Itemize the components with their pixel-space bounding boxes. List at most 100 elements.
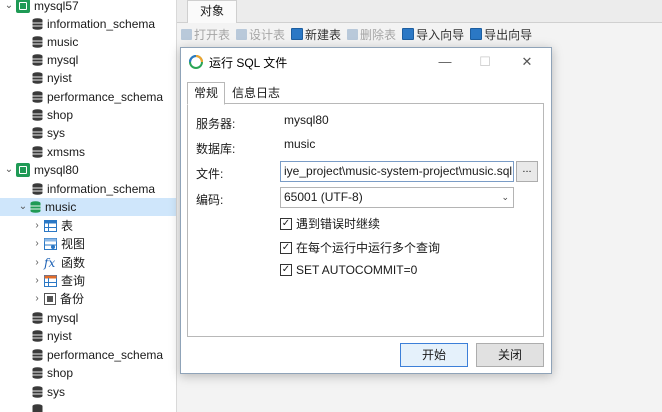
database-icon (32, 72, 43, 84)
tree-item-functions[interactable]: › fx 函数 (32, 254, 85, 272)
expand-arrow-icon[interactable]: ⌄ (4, 161, 14, 179)
tree-item-label: information_schema (47, 17, 156, 31)
import-wizard-label: 导入向导 (416, 27, 465, 42)
multiple-queries-label: 在每个运行中运行多个查询 (296, 241, 441, 255)
file-path-input[interactable]: iye_project\music-system-project\music.s… (280, 161, 514, 182)
tree-item-label: information_schema (47, 182, 156, 196)
autocommit-checkbox[interactable]: ✓ SET AUTOCOMMIT=0 (280, 263, 417, 277)
tree-item-label: mysql (47, 53, 79, 67)
tree-item-views[interactable]: › 视图 (32, 235, 85, 253)
autocommit-label: SET AUTOCOMMIT=0 (296, 263, 418, 277)
database-icon (32, 367, 43, 379)
tree-item-database[interactable]: sys (32, 383, 65, 401)
continue-on-error-checkbox[interactable]: ✓ 遇到错误时继续 (280, 215, 380, 232)
server-label: 服务器: (196, 117, 236, 131)
expand-arrow-icon[interactable]: › (32, 217, 42, 235)
tree-item-label: mysql57 (34, 0, 79, 13)
tree-item-database[interactable]: xmsms (32, 143, 85, 161)
tree-item-label: mysql (47, 311, 79, 325)
tree-item-database[interactable]: nyist (32, 69, 72, 87)
start-button[interactable]: 开始 (400, 343, 468, 367)
expand-arrow-icon[interactable]: › (32, 235, 42, 253)
tree-item-label: music (47, 35, 79, 49)
database-icon (32, 146, 43, 158)
export-wizard-button[interactable]: 导出向导 (470, 26, 532, 43)
continue-on-error-label: 遇到错误时继续 (296, 217, 381, 231)
encoding-select[interactable]: 65001 (UTF-8) ⌄ (280, 187, 514, 208)
expand-arrow-icon[interactable]: ⌄ (18, 198, 28, 216)
tree-item-label: shop (47, 108, 74, 122)
encoding-value: 65001 (UTF-8) (284, 190, 363, 204)
tree-item-database[interactable]: sys (32, 124, 65, 142)
tree-item-database[interactable]: information_schema (32, 15, 155, 33)
view-icon (44, 238, 57, 250)
run-sql-file-dialog: 运行 SQL 文件 — ☐ ✕ 常规 信息日志 服务器: mysql80 数据库… (180, 47, 552, 374)
expand-arrow-icon[interactable]: › (32, 254, 42, 272)
tree-item-database[interactable]: information_schema (32, 180, 155, 198)
new-table-label: 新建表 (305, 27, 342, 42)
tab-objects[interactable]: 对象 (187, 0, 238, 23)
tree-item-label: nyist (47, 329, 72, 343)
open-table-label: 打开表 (194, 27, 231, 42)
close-icon[interactable]: ✕ (507, 48, 547, 76)
tree-item-mysql57[interactable]: ⌄ mysql57 (4, 0, 79, 15)
function-icon: fx (44, 256, 56, 270)
tree-item-database[interactable]: performance_schema (32, 88, 163, 106)
tree-item-label: 表 (61, 219, 74, 233)
design-table-button[interactable]: 设计表 (236, 26, 285, 43)
tree-item-label: 查询 (61, 274, 86, 288)
new-table-button[interactable]: 新建表 (291, 26, 341, 43)
tree-item-label: 视图 (61, 237, 86, 251)
tree-item-label: nyist (47, 71, 72, 85)
delete-table-button[interactable]: 删除表 (347, 26, 396, 43)
query-icon (44, 275, 57, 287)
database-icon (32, 36, 43, 48)
tree-item-music-selected[interactable]: ⌄ music (0, 198, 176, 216)
dialog-tabs: 常规 信息日志 (187, 82, 287, 105)
tree-item-label: 备份 (60, 292, 85, 306)
tab-general[interactable]: 常规 (187, 82, 226, 105)
multiple-queries-checkbox[interactable]: ✓ 在每个运行中运行多个查询 (280, 239, 440, 256)
design-table-icon (236, 28, 248, 40)
tree-item-partial (32, 401, 47, 412)
tree-item-database[interactable]: mysql (32, 309, 78, 327)
tree-item-mysql80[interactable]: ⌄ mysql80 (4, 161, 79, 179)
tree-item-database[interactable]: nyist (32, 327, 72, 345)
expand-arrow-icon[interactable]: ⌄ (4, 0, 14, 15)
tree-item-database[interactable]: shop (32, 364, 73, 382)
tree-item-database[interactable]: mysql (32, 51, 78, 69)
import-icon (402, 28, 415, 40)
tree-item-database[interactable]: shop (32, 106, 73, 124)
close-button[interactable]: 关闭 (476, 343, 544, 367)
delete-table-icon (347, 28, 359, 40)
checkbox-checked-icon: ✓ (280, 264, 292, 276)
connection-icon (16, 163, 30, 177)
navigation-tree: ⌄ mysql57 information_schema music mysql… (0, 0, 176, 412)
database-icon (32, 330, 43, 342)
database-icon (32, 183, 43, 195)
checkbox-checked-icon: ✓ (280, 217, 292, 230)
expand-arrow-icon[interactable]: › (32, 290, 42, 308)
import-wizard-button[interactable]: 导入向导 (402, 26, 464, 43)
minimize-icon[interactable]: — (425, 48, 465, 76)
tree-item-tables[interactable]: › 表 (32, 217, 73, 235)
maximize-icon: ☐ (479, 54, 491, 69)
database-icon (32, 349, 43, 361)
database-icon (32, 91, 43, 103)
tree-item-backups[interactable]: › 备份 (32, 290, 84, 308)
tree-item-label: performance_schema (47, 348, 164, 362)
browse-button[interactable]: ... (516, 161, 538, 182)
tab-message-log[interactable]: 信息日志 (225, 82, 287, 104)
dialog-titlebar[interactable]: 运行 SQL 文件 — ☐ ✕ (181, 48, 551, 76)
database-icon (32, 127, 43, 139)
tree-item-queries[interactable]: › 查询 (32, 272, 85, 290)
navicat-app-icon (189, 55, 203, 69)
tab-bar: 对象 (177, 0, 662, 23)
expand-arrow-icon[interactable]: › (32, 272, 42, 290)
database-value: music (284, 137, 316, 151)
open-table-button[interactable]: 打开表 (181, 26, 230, 43)
tree-item-database[interactable]: music (32, 33, 78, 51)
database-icon (32, 404, 43, 412)
tree-item-database[interactable]: performance_schema (32, 346, 163, 364)
tree-item-label: xmsms (47, 145, 85, 159)
